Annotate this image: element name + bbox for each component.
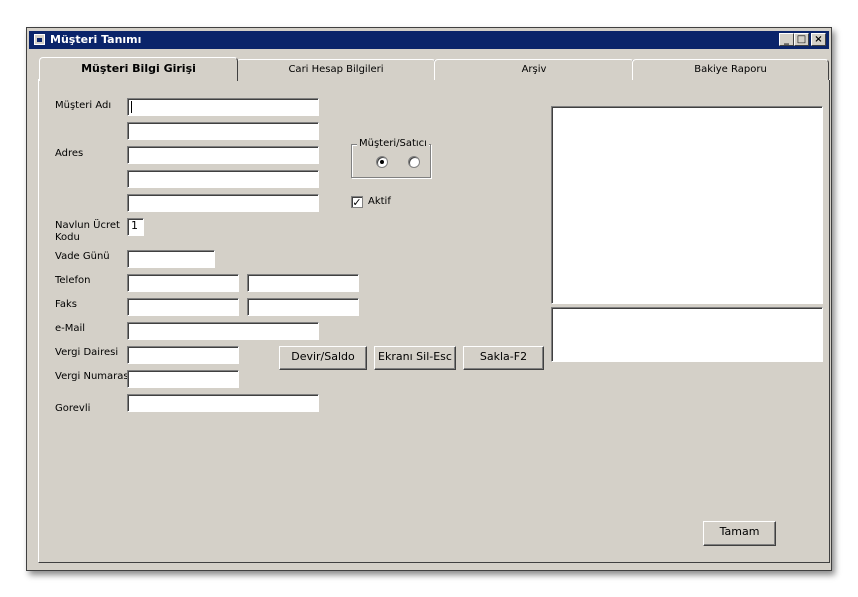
aktif-checkbox[interactable]: ✓ bbox=[351, 196, 363, 208]
ekrani-sil-button[interactable]: Ekranı Sil-Esc bbox=[374, 346, 456, 370]
aktif-label: Aktif bbox=[368, 196, 391, 207]
navlun-kodu-input[interactable]: 1 bbox=[127, 218, 144, 236]
window-title: Müşteri Tanımı bbox=[50, 33, 142, 46]
tab-bakiye-raporu[interactable]: Bakiye Raporu bbox=[632, 59, 829, 80]
navlun-label-1: Navlun Ücret bbox=[55, 220, 120, 231]
musteri-radio[interactable] bbox=[376, 156, 388, 168]
text-caret bbox=[131, 101, 132, 113]
vergi-numarasi-label: Vergi Numarası bbox=[55, 371, 132, 382]
list-panel[interactable] bbox=[551, 106, 823, 304]
close-button[interactable]: × bbox=[811, 33, 826, 46]
adres-input-4[interactable] bbox=[127, 194, 319, 212]
faks-input-2[interactable] bbox=[247, 298, 359, 316]
navlun-label-2: Kodu bbox=[55, 232, 80, 243]
title-bar[interactable]: Müşteri Tanımı _ □ × bbox=[29, 31, 829, 49]
adres-input-1[interactable] bbox=[127, 122, 319, 140]
vergi-numarasi-input[interactable] bbox=[127, 370, 239, 388]
memo-panel[interactable] bbox=[551, 307, 823, 362]
vade-label: Vade Günü bbox=[55, 251, 110, 262]
adres-input-3[interactable] bbox=[127, 170, 319, 188]
gorevli-label: Gorevli bbox=[55, 403, 91, 414]
email-label: e-Mail bbox=[55, 323, 86, 334]
sakla-button[interactable]: Sakla-F2 bbox=[463, 346, 544, 370]
satici-radio[interactable] bbox=[408, 156, 420, 168]
musteri-adi-label: Müşteri Adı bbox=[55, 100, 112, 111]
faks-input-1[interactable] bbox=[127, 298, 239, 316]
vergi-dairesi-label: Vergi Dairesi bbox=[55, 347, 119, 358]
email-input[interactable] bbox=[127, 322, 319, 340]
gorevli-input[interactable] bbox=[127, 394, 319, 412]
app-icon[interactable] bbox=[34, 34, 45, 45]
devir-saldo-button[interactable]: Devir/Saldo bbox=[279, 346, 367, 370]
telefon-label: Telefon bbox=[55, 275, 91, 286]
musteri-adi-input[interactable] bbox=[127, 98, 319, 116]
tab-cari-hesap[interactable]: Cari Hesap Bilgileri bbox=[236, 59, 436, 80]
tab-arsiv[interactable]: Arşiv bbox=[434, 59, 634, 80]
vade-gunu-input[interactable] bbox=[127, 250, 215, 268]
minimize-button[interactable]: _ bbox=[779, 33, 794, 46]
adres-input-2[interactable] bbox=[127, 146, 319, 164]
tamam-button[interactable]: Tamam bbox=[703, 521, 776, 546]
maximize-button[interactable]: □ bbox=[794, 33, 809, 46]
musteri-satici-title: Müşteri/Satıcı bbox=[357, 138, 429, 150]
adres-label: Adres bbox=[55, 148, 84, 159]
telefon-input-1[interactable] bbox=[127, 274, 239, 292]
faks-label: Faks bbox=[55, 299, 77, 310]
tab-musteri-bilgi[interactable]: Müşteri Bilgi Girişi bbox=[39, 57, 238, 81]
vergi-dairesi-input[interactable] bbox=[127, 346, 239, 364]
telefon-input-2[interactable] bbox=[247, 274, 359, 292]
